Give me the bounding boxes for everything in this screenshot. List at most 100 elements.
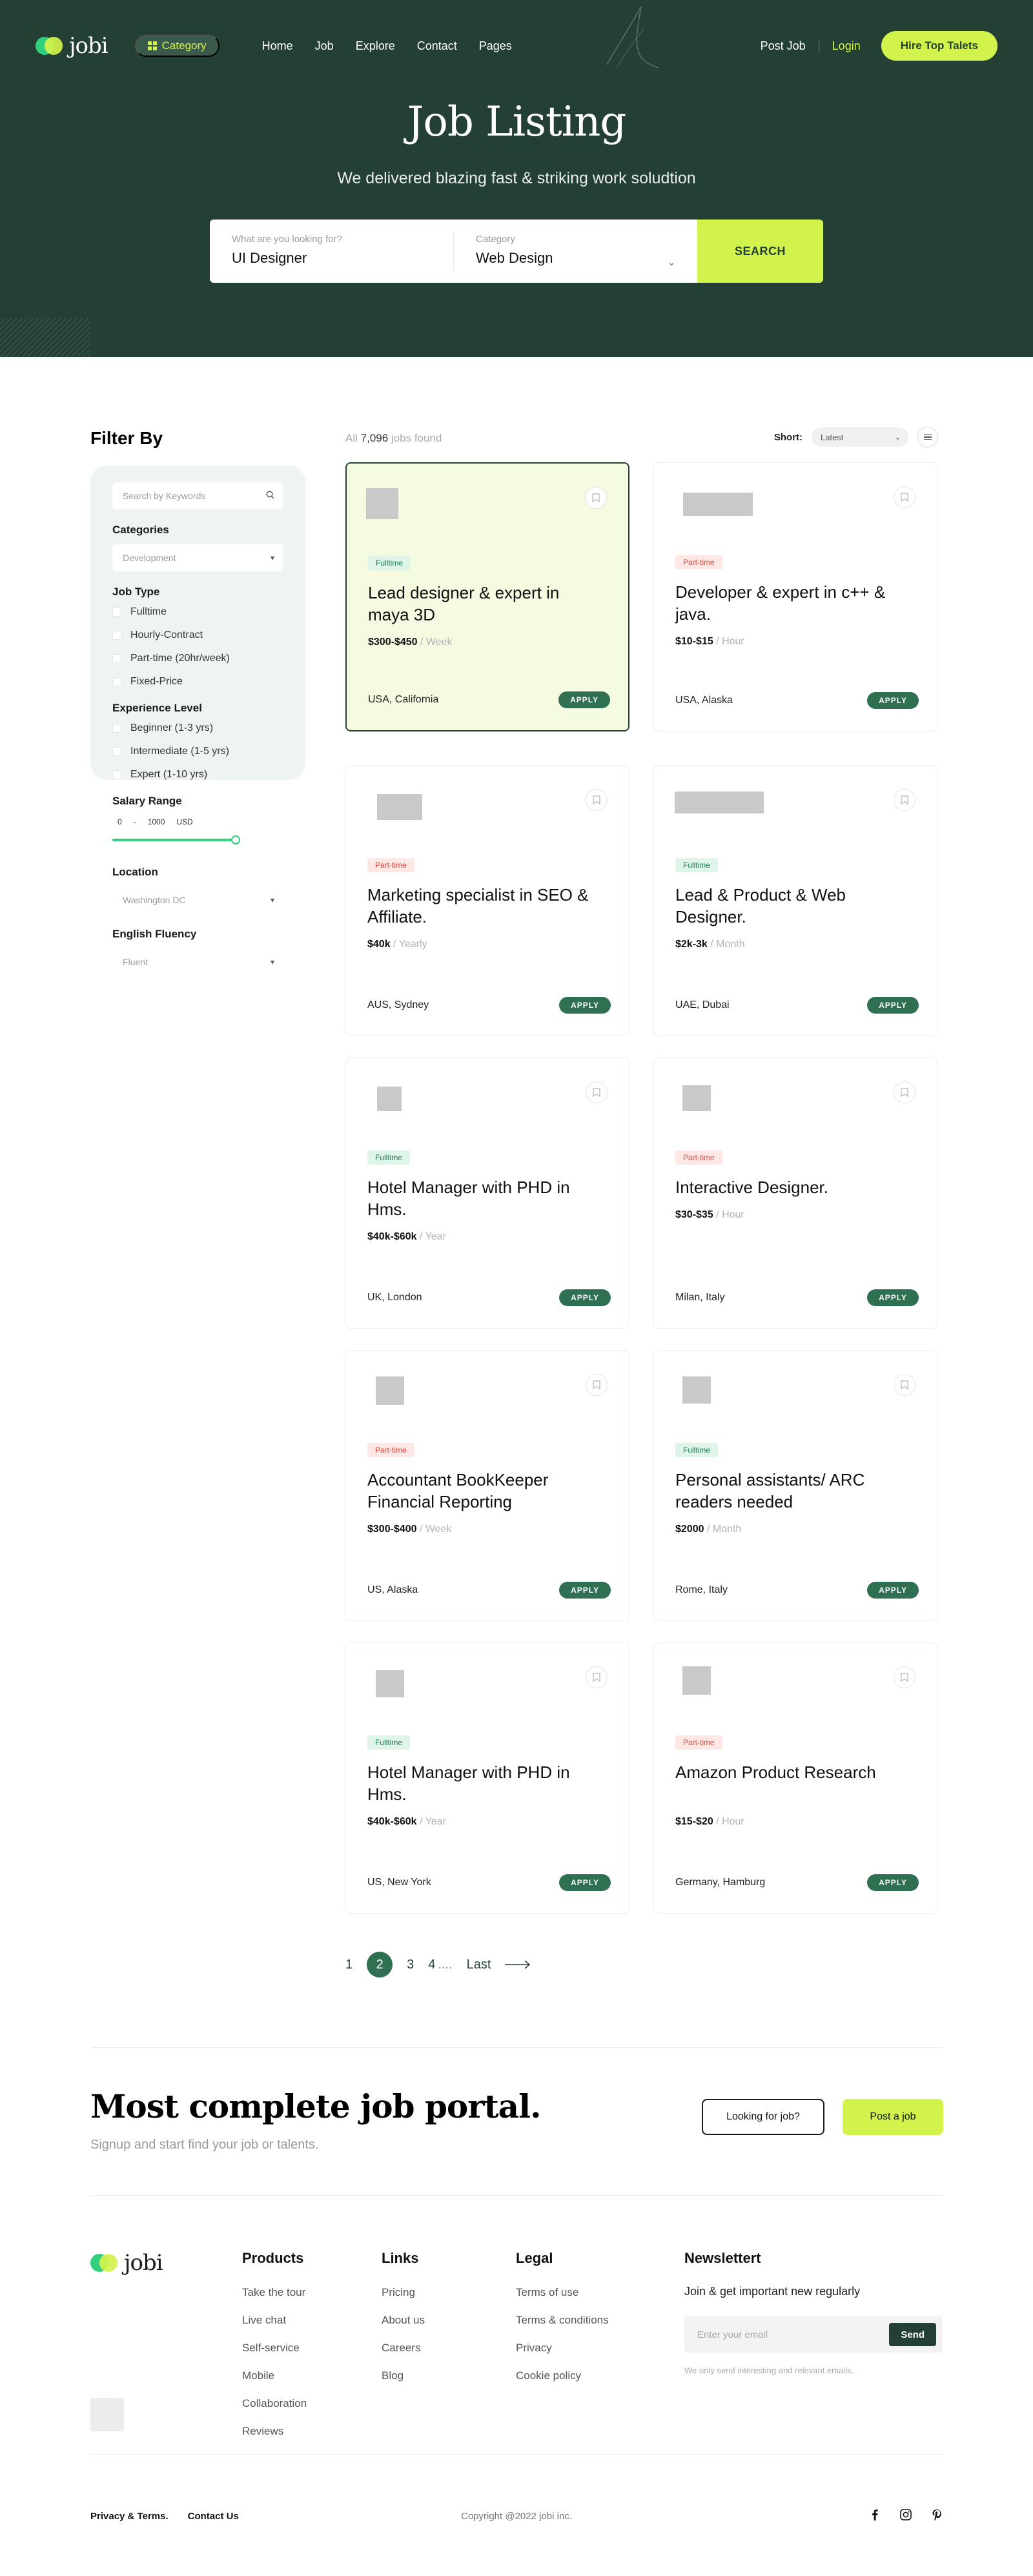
apply-button[interactable]: APPLY <box>559 1582 611 1599</box>
job-card[interactable]: Part-time Marketing specialist in SEO & A… <box>345 765 629 1036</box>
bookmark-icon[interactable] <box>894 1374 915 1396</box>
keyword-field-value[interactable]: UI Designer <box>232 250 431 267</box>
job-type-fixed-checkbox[interactable]: Fixed-Price <box>112 676 283 688</box>
salary-max-input[interactable]: 1000 <box>142 815 170 828</box>
bookmark-icon[interactable] <box>586 789 608 811</box>
search-button[interactable]: SEARCH <box>697 220 823 283</box>
keyword-search-input[interactable]: Search by Keywords <box>112 482 283 509</box>
apply-button[interactable]: APPLY <box>867 1582 919 1599</box>
job-title[interactable]: Lead & Product & Web Designer. <box>675 884 898 928</box>
job-title[interactable]: Accountant BookKeeper Financial Reportin… <box>367 1469 590 1513</box>
salary-slider-handle[interactable] <box>230 835 240 844</box>
footer-link[interactable]: Mobile <box>242 2369 307 2382</box>
sort-select[interactable]: Latest ⌄ <box>812 427 908 447</box>
hire-top-talents-button[interactable]: Hire Top Talets <box>881 31 997 61</box>
location-select[interactable]: Washington DC ▾ <box>112 886 283 914</box>
menu-item-home[interactable]: Home <box>262 39 293 53</box>
job-card[interactable]: Fulltime Hotel Manager with PHD in Hms. $4… <box>345 1058 629 1329</box>
job-title[interactable]: Lead designer & expert in maya 3D <box>368 582 589 626</box>
list-view-button[interactable] <box>917 427 938 447</box>
fluency-select[interactable]: Fluent ▾ <box>112 948 283 976</box>
checkbox[interactable] <box>112 724 121 733</box>
apply-button[interactable]: APPLY <box>559 997 611 1014</box>
job-title[interactable]: Marketing specialist in SEO & Affiliate. <box>367 884 590 928</box>
footer-link[interactable]: Self-service <box>242 2342 307 2355</box>
bookmark-icon[interactable] <box>894 486 915 508</box>
footer-link[interactable]: Live chat <box>242 2314 307 2327</box>
login-link[interactable]: Login <box>832 39 861 53</box>
job-title[interactable]: Developer & expert in c++ & java. <box>675 581 898 625</box>
category-select[interactable]: Category Web Design ⌄ <box>453 231 697 271</box>
footer-link[interactable]: Blog <box>382 2369 425 2382</box>
apply-button[interactable]: APPLY <box>867 692 919 709</box>
checkbox[interactable] <box>112 677 121 686</box>
checkbox[interactable] <box>112 608 121 617</box>
menu-item-contact[interactable]: Contact <box>417 39 457 53</box>
job-card[interactable]: Fulltime Lead & Product & Web Designer. $2… <box>653 765 937 1036</box>
job-title[interactable]: Amazon Product Research <box>675 1761 898 1783</box>
page-link-1[interactable]: 1 <box>345 1958 353 1972</box>
site-logo[interactable]: jobi <box>36 33 108 59</box>
facebook-icon[interactable] <box>869 2509 881 2520</box>
checkbox[interactable] <box>112 631 121 640</box>
job-type-hourly-checkbox[interactable]: Hourly-Contract <box>112 629 283 641</box>
experience-intermediate-checkbox[interactable]: Intermediate (1-5 yrs) <box>112 746 283 757</box>
job-title[interactable]: Hotel Manager with PHD in Hms. <box>367 1176 590 1220</box>
apply-button[interactable]: APPLY <box>559 1289 611 1306</box>
search-icon[interactable] <box>266 491 274 501</box>
newsletter-send-button[interactable]: Send <box>889 2323 936 2346</box>
footer-link[interactable]: Pricing <box>382 2286 425 2299</box>
instagram-icon[interactable] <box>900 2509 912 2520</box>
bookmark-icon[interactable] <box>586 1666 608 1688</box>
apply-button[interactable]: APPLY <box>558 691 610 708</box>
page-link-4[interactable]: 4 <box>428 1958 435 1972</box>
job-card[interactable]: Fulltime Hotel Manager with PHD in Hms. $4… <box>345 1642 629 1914</box>
page-link-3[interactable]: 3 <box>407 1958 414 1972</box>
job-title[interactable]: Interactive Designer. <box>675 1176 898 1198</box>
experience-beginner-checkbox[interactable]: Beginner (1-3 yrs) <box>112 722 283 734</box>
footer-link[interactable]: Collaboration <box>242 2397 307 2410</box>
footer-link[interactable]: About us <box>382 2314 425 2327</box>
experience-expert-checkbox[interactable]: Expert (1-10 yrs) <box>112 769 283 781</box>
page-link-current[interactable]: 2 <box>367 1952 393 1978</box>
newsletter-email-input[interactable]: Enter your email Send <box>684 2316 943 2353</box>
job-card[interactable]: Fulltime Lead designer & expert in maya 3… <box>345 462 629 731</box>
apply-button[interactable]: APPLY <box>867 997 919 1014</box>
footer-link[interactable]: Cookie policy <box>516 2369 609 2382</box>
bookmark-icon[interactable] <box>894 1081 915 1103</box>
checkbox[interactable] <box>112 654 121 663</box>
footer-link[interactable]: Privacy <box>516 2342 609 2355</box>
bookmark-icon[interactable] <box>586 1081 608 1103</box>
apply-button[interactable]: APPLY <box>867 1289 919 1306</box>
job-type-fulltime-checkbox[interactable]: Fulltime <box>112 606 283 618</box>
checkbox[interactable] <box>112 770 121 779</box>
page-link-last[interactable]: Last <box>467 1958 491 1972</box>
job-title[interactable]: Personal assistants/ ARC readers needed <box>675 1469 898 1513</box>
post-job-link[interactable]: Post Job <box>761 39 806 53</box>
looking-for-job-button[interactable]: Looking for job? <box>702 2099 824 2135</box>
salary-slider[interactable] <box>112 835 283 844</box>
menu-item-pages[interactable]: Pages <box>479 39 512 53</box>
footer-link[interactable]: Terms of use <box>516 2286 609 2299</box>
keyword-field[interactable]: What are you looking for? UI Designer <box>210 220 453 283</box>
bookmark-icon[interactable] <box>894 1666 915 1688</box>
job-card[interactable]: Part-time Amazon Product Research $15-$20 … <box>653 1642 937 1914</box>
footer-link[interactable]: Careers <box>382 2342 425 2355</box>
job-card[interactable]: Part-time Accountant BookKeeper Financial… <box>345 1350 629 1621</box>
menu-item-explore[interactable]: Explore <box>356 39 395 53</box>
post-a-job-button[interactable]: Post a job <box>843 2099 943 2135</box>
pinterest-icon[interactable] <box>931 2509 943 2520</box>
categories-select[interactable]: Development ▾ <box>112 544 283 571</box>
footer-link[interactable]: Terms & conditions <box>516 2314 609 2327</box>
bookmark-icon[interactable] <box>586 1374 608 1396</box>
category-button[interactable]: Category <box>134 35 220 57</box>
checkbox[interactable] <box>112 747 121 756</box>
footer-link[interactable]: Reviews <box>242 2425 307 2438</box>
job-title[interactable]: Hotel Manager with PHD in Hms. <box>367 1761 590 1805</box>
job-card[interactable]: Part-time Developer & expert in c++ & jav… <box>653 462 937 731</box>
arrow-right-icon[interactable] <box>505 1960 531 1969</box>
job-card[interactable]: Part-time Interactive Designer. $30-$35 / … <box>653 1058 937 1329</box>
bookmark-icon[interactable] <box>894 789 915 811</box>
footer-link[interactable]: Take the tour <box>242 2286 307 2299</box>
footer-logo[interactable]: jobi <box>90 2250 163 2276</box>
